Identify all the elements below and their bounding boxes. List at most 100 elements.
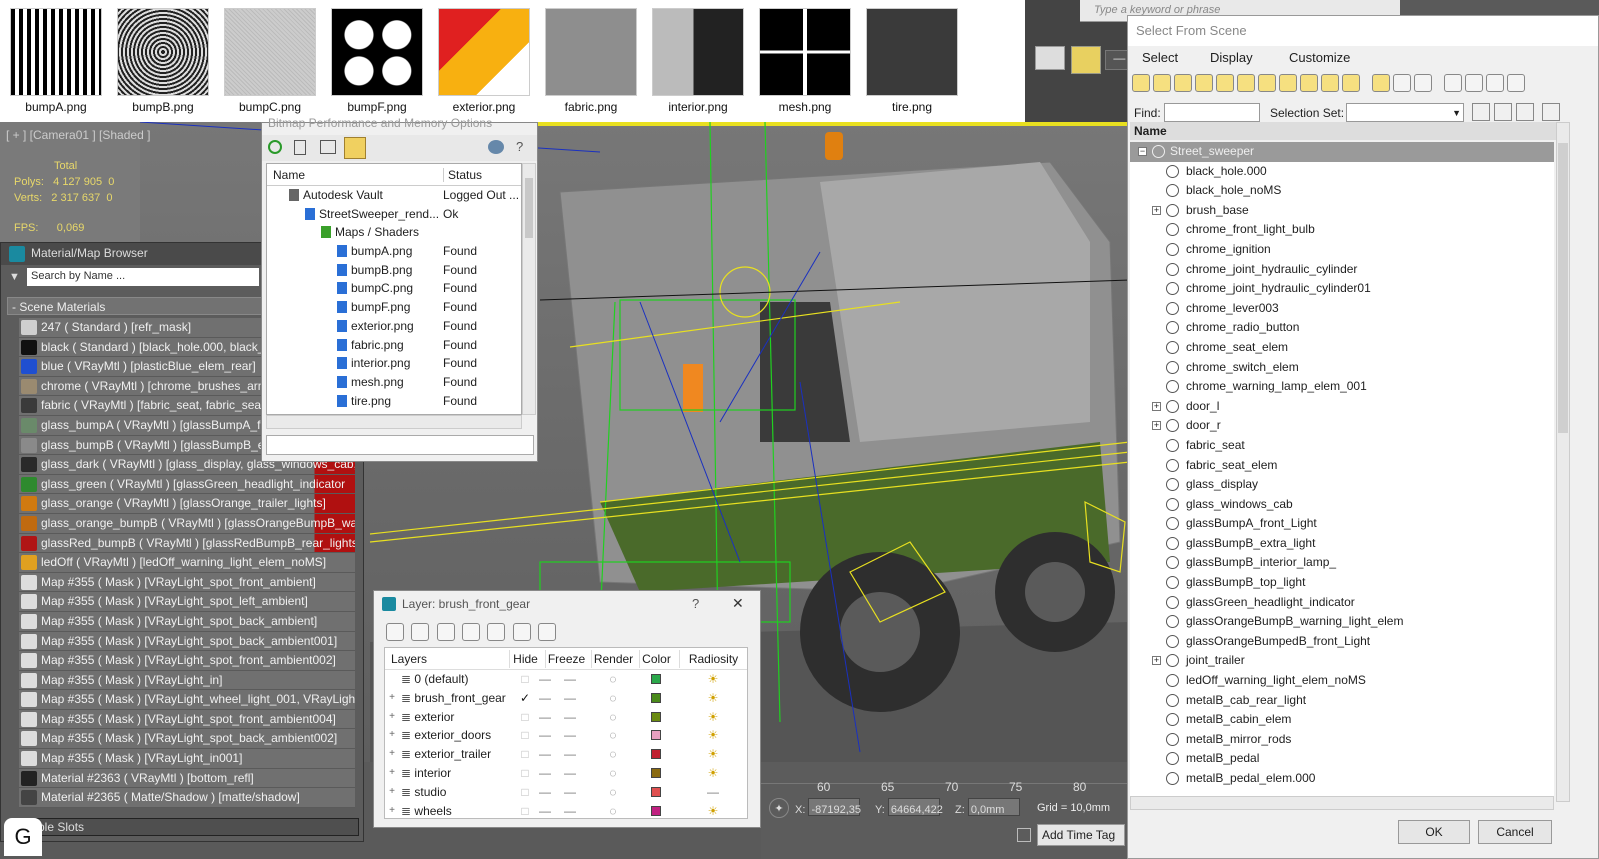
dropdown-stub[interactable] <box>1035 46 1065 70</box>
ok-button[interactable]: OK <box>1398 820 1470 844</box>
filter-toggle-icon[interactable] <box>1195 74 1213 92</box>
scene-object-item[interactable]: metalB_pedal <box>1130 749 1554 769</box>
y-coordinate-field[interactable]: 64664,422 <box>887 798 943 816</box>
expand-icon[interactable]: + <box>387 726 397 744</box>
z-coordinate-field[interactable]: 0,0mm <box>967 798 1020 816</box>
layer-row[interactable]: + ≣ studio □ — — ◌ — <box>385 783 747 802</box>
freeze-toggle[interactable]: — <box>549 802 591 820</box>
filter-toggle-icon[interactable] <box>1414 74 1432 92</box>
scene-object-item[interactable]: metalB_mirror_rods <box>1130 730 1554 750</box>
scene-object-item[interactable]: chrome_joint_hydraulic_cylinder01 <box>1130 279 1554 299</box>
scene-object-item[interactable]: chrome_joint_hydraulic_cylinder <box>1130 260 1554 280</box>
path-field[interactable] <box>266 435 534 455</box>
material-item[interactable]: ledOff ( VRayMtl ) [ledOff_warning_light… <box>19 553 355 573</box>
freeze-toggle[interactable]: — <box>549 708 591 726</box>
filter-toggle-icon[interactable] <box>1279 74 1297 92</box>
filter-toggle-icon[interactable] <box>1216 74 1234 92</box>
asset-vscrollbar[interactable] <box>522 163 536 415</box>
material-item[interactable]: glass_green ( VRayMtl ) [glassGreen_head… <box>19 474 355 495</box>
close-button[interactable]: ✕ <box>732 595 744 612</box>
freeze-toggle[interactable]: — <box>549 689 591 707</box>
render-toggle-icon[interactable]: ◌ <box>591 764 635 782</box>
filter-toggle-icon[interactable] <box>1174 74 1192 92</box>
table-view-icon[interactable] <box>344 137 366 159</box>
radiosity-toggle-icon[interactable]: ☀ <box>679 745 747 763</box>
scene-object-item[interactable]: metalB_cabin_elem <box>1130 710 1554 730</box>
highlight-layer-icon[interactable] <box>487 623 506 641</box>
find-input[interactable] <box>1164 103 1260 122</box>
material-item[interactable]: Map #355 ( Mask ) [VRayLight_spot_front_… <box>19 651 355 671</box>
filter-toggle-icon[interactable] <box>1393 74 1411 92</box>
filter-toggle-icon[interactable] <box>1444 74 1462 92</box>
scene-list-header[interactable]: Name <box>1130 122 1556 140</box>
layer-col-radiosity[interactable]: Radiosity <box>679 650 747 668</box>
freeze-toggle[interactable]: — <box>549 745 591 763</box>
texture-thumbnail[interactable]: mesh.png <box>757 8 853 114</box>
set-icon-2[interactable] <box>1494 103 1512 121</box>
freeze-toggle[interactable]: — <box>549 726 591 744</box>
layer-col-freeze[interactable]: Freeze <box>545 650 587 668</box>
x-coordinate-field[interactable]: -87192,35 <box>808 798 861 816</box>
material-item[interactable]: Map #355 ( Mask ) [VRayLight_spot_left_a… <box>19 592 355 612</box>
filter-toggle-icon[interactable] <box>1300 74 1318 92</box>
layer-col-layers[interactable]: Layers <box>391 650 511 668</box>
filter-toggle-icon[interactable] <box>1321 74 1339 92</box>
expand-icon[interactable]: + <box>387 802 397 820</box>
expand-icon[interactable]: + <box>387 708 397 726</box>
asset-hscrollbar[interactable] <box>266 415 522 429</box>
expand-icon[interactable]: + <box>1152 656 1161 666</box>
render-toggle-icon[interactable]: ◌ <box>591 726 635 744</box>
select-objects-icon[interactable] <box>462 623 481 641</box>
radiosity-toggle-icon[interactable]: — <box>679 783 747 801</box>
scene-object-item[interactable]: black_hole_noMS <box>1130 181 1554 201</box>
layer-col-hide[interactable]: Hide <box>509 650 541 668</box>
material-item[interactable]: Map #355 ( Mask ) [VRayLight_in001] <box>19 749 355 769</box>
filter-toggle-icon[interactable] <box>1132 74 1150 92</box>
scene-object-item[interactable]: fabric_seat <box>1130 436 1554 456</box>
scene-object-item[interactable]: glassBumpB_interior_lamp_ <box>1130 553 1554 573</box>
scene-object-item[interactable]: glassOrangeBumpedB_front_Light <box>1130 632 1554 652</box>
layer-col-color[interactable]: Color <box>639 650 673 668</box>
layer-row[interactable]: ≣ 0 (default) □ — — ◌ ☀ <box>385 670 747 689</box>
search-dropdown-icon[interactable]: ▼ <box>9 271 20 283</box>
layer-row[interactable]: + ≣ wheels □ — — ◌ ☀ <box>385 802 747 821</box>
render-toggle-icon[interactable]: ◌ <box>591 708 635 726</box>
menu-customize[interactable]: Customize <box>1289 50 1350 65</box>
col-status[interactable]: Status <box>443 168 482 182</box>
scene-object-item[interactable]: black_hole.000 <box>1130 162 1554 182</box>
asset-row[interactable]: Autodesk Vault Logged Out ... <box>267 186 521 205</box>
asset-row[interactable]: interior.png Found <box>267 354 521 373</box>
material-item[interactable]: Material #2363 ( VRayMtl ) [bottom_refl] <box>19 768 355 789</box>
scene-scroll-thumb[interactable] <box>1558 143 1568 433</box>
expand-icon[interactable]: + <box>1152 401 1161 411</box>
create-layer-icon[interactable] <box>386 623 404 641</box>
scene-object-item[interactable]: chrome_switch_elem <box>1130 358 1554 378</box>
render-toggle-icon[interactable]: ◌ <box>591 802 635 820</box>
absolute-mode-icon[interactable]: ✦ <box>769 798 789 818</box>
layer-row[interactable]: + ≣ interior □ — — ◌ ☀ <box>385 764 747 783</box>
scene-object-item[interactable]: chrome_radio_button <box>1130 318 1554 338</box>
layer-row[interactable]: + ≣ exterior □ — — ◌ ☀ <box>385 708 747 727</box>
radiosity-toggle-icon[interactable]: ☀ <box>679 708 747 726</box>
layer-color-swatch[interactable] <box>639 764 673 782</box>
scene-object-item[interactable]: chrome_warning_lamp_elem_001 <box>1130 377 1554 397</box>
scene-object-item[interactable]: glassBumpB_extra_light <box>1130 534 1554 554</box>
help-button[interactable]: ? <box>692 596 699 611</box>
asset-row[interactable]: exterior.png Found <box>267 317 521 336</box>
expand-icon[interactable]: + <box>387 783 397 801</box>
freeze-toggle[interactable]: — <box>549 670 591 688</box>
scene-hscrollbar[interactable] <box>1130 796 1554 810</box>
asset-row[interactable]: bumpB.png Found <box>267 261 521 280</box>
scene-object-item[interactable]: glassOrangeBumpB_warning_light_elem <box>1130 612 1554 632</box>
menu-select[interactable]: Select <box>1142 50 1178 65</box>
scene-object-item[interactable]: fabric_seat_elem <box>1130 456 1554 476</box>
scene-vscrollbar[interactable] <box>1556 122 1570 802</box>
render-toggle-icon[interactable]: ◌ <box>591 783 635 801</box>
texture-thumbnail[interactable]: bumpA.png <box>8 8 104 114</box>
scroll-thumb[interactable] <box>525 178 533 238</box>
radiosity-toggle-icon[interactable]: ☀ <box>679 802 747 820</box>
radiosity-toggle-icon[interactable]: ☀ <box>679 726 747 744</box>
texture-thumbnail[interactable]: tire.png <box>864 8 960 114</box>
scene-object-item[interactable]: + joint_trailer <box>1130 651 1554 671</box>
filter-toggle-icon[interactable] <box>1258 74 1276 92</box>
